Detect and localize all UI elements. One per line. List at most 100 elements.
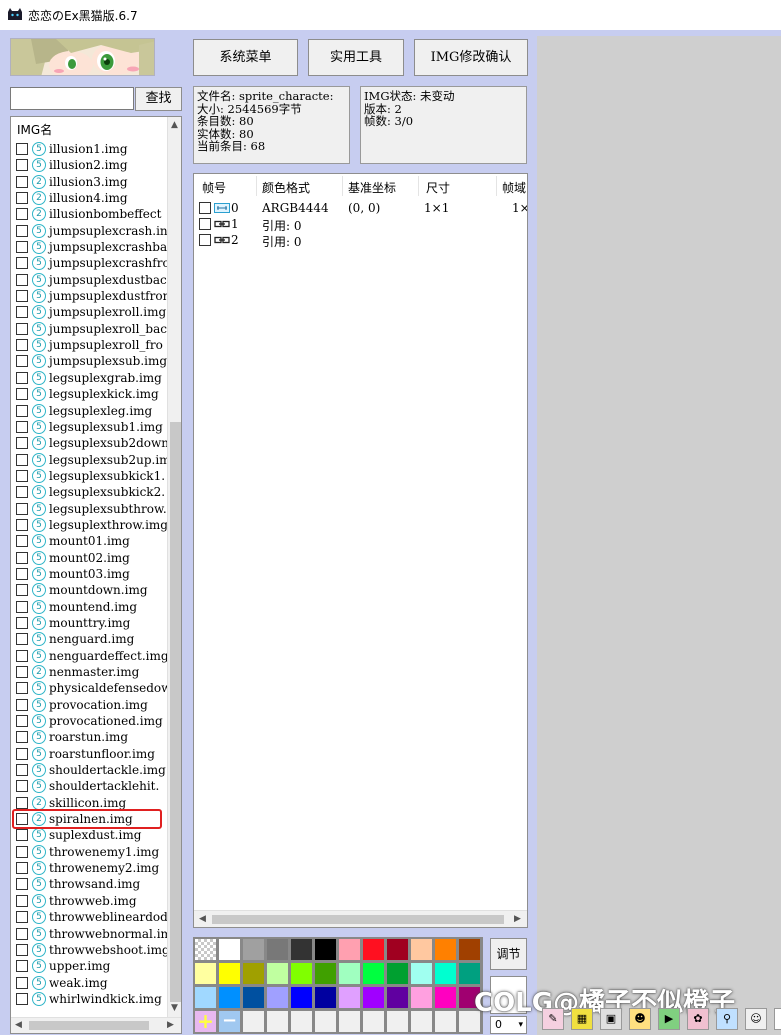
checkbox[interactable] — [16, 927, 28, 940]
list-item[interactable]: 5 jumpsuplexroll_fro — [15, 337, 167, 353]
checkbox[interactable] — [16, 747, 28, 760]
checkbox[interactable] — [16, 796, 28, 809]
list-item[interactable]: 5 provocationed.img — [15, 713, 167, 729]
list-item[interactable]: 5 illusion2.img — [15, 157, 167, 173]
column-header-frame-no[interactable]: 帧号 — [202, 179, 226, 196]
list-item[interactable]: 5 nenguardeffect.img — [15, 648, 167, 664]
checkbox[interactable] — [16, 649, 28, 662]
checkbox[interactable] — [16, 371, 28, 384]
checkbox[interactable] — [16, 731, 28, 744]
list-item[interactable]: 5 mountdown.img — [15, 582, 167, 598]
preview-canvas[interactable] — [537, 36, 781, 1035]
scroll-thumb[interactable] — [212, 915, 504, 924]
list-item[interactable]: 5 legsuplexsub2down. — [15, 435, 167, 451]
tools-button[interactable]: 实用工具 — [308, 39, 404, 76]
checkbox[interactable] — [16, 780, 28, 793]
frame-row[interactable]: 1 引用: 0 — [198, 216, 527, 233]
palette-edit-icon[interactable]: ✎ — [542, 1008, 564, 1030]
list-item[interactable]: 5 jumpsuplexroll.img — [15, 304, 167, 320]
checkbox[interactable] — [16, 764, 28, 777]
list-item[interactable]: 5 shouldertackle.img — [15, 762, 167, 778]
checkbox[interactable] — [16, 666, 28, 678]
checkbox[interactable] — [16, 192, 28, 205]
color-swatch[interactable] — [242, 986, 265, 1009]
empty-color-slot[interactable] — [266, 1010, 289, 1033]
list-item[interactable]: 2 illusion4.img — [15, 190, 167, 206]
scroll-right-icon[interactable]: ▶ — [514, 914, 521, 924]
color-swatch[interactable] — [362, 938, 385, 961]
color-palette[interactable]: + − — [193, 937, 483, 1034]
list-item[interactable]: 5 jumpsuplexroll_bac — [15, 321, 167, 337]
img-confirm-button[interactable]: IMG修改确认 — [414, 39, 528, 76]
empty-color-slot[interactable] — [362, 1010, 385, 1033]
list-item[interactable]: 5 illusion1.img — [15, 141, 167, 157]
list-item[interactable]: 5 jumpsuplexdustfron — [15, 288, 167, 304]
checkbox[interactable] — [16, 241, 28, 254]
list-item[interactable]: 5 mount01.img — [15, 533, 167, 549]
list-item[interactable]: 2 illusionbombeffect — [15, 206, 167, 222]
checkbox[interactable] — [16, 862, 28, 875]
color-swatch[interactable] — [362, 962, 385, 985]
checkbox[interactable] — [199, 218, 211, 230]
list-item[interactable]: 5 mounttry.img — [15, 615, 167, 631]
color-swatch[interactable] — [266, 938, 289, 961]
person-icon[interactable]: ☺ — [745, 1008, 767, 1030]
list-item[interactable]: 5 nenguard.img — [15, 631, 167, 647]
list-item[interactable]: 5 jumpsuplexcrashfro — [15, 255, 167, 271]
adjust-button[interactable]: 调节 — [490, 938, 527, 970]
checkbox[interactable] — [16, 502, 28, 515]
color-swatch[interactable] — [338, 938, 361, 961]
color-swatch[interactable] — [290, 938, 313, 961]
checkbox[interactable] — [16, 518, 28, 531]
color-swatch[interactable] — [338, 962, 361, 985]
color-swatch[interactable] — [434, 938, 457, 961]
checkbox[interactable] — [16, 845, 28, 858]
color-swatch[interactable] — [242, 938, 265, 961]
frame-row[interactable]: 2 引用: 0 — [198, 232, 527, 249]
checkbox[interactable] — [16, 175, 28, 188]
checkbox[interactable] — [16, 698, 28, 711]
color-swatch[interactable] — [290, 962, 313, 985]
img-list[interactable]: IMG名 5 illusion1.img 5 illusion2.img 2 illusi… — [10, 116, 182, 1034]
list-item[interactable]: 5 mount02.img — [15, 550, 167, 566]
frame-list-horizontal-scrollbar[interactable]: ◀ ▶ — [194, 910, 527, 927]
list-item[interactable]: 5 throwweblineardodg — [15, 909, 167, 925]
checkbox[interactable] — [16, 404, 28, 417]
checkbox[interactable] — [16, 388, 28, 401]
color-swatch[interactable] — [338, 986, 361, 1009]
list-item[interactable]: 5 mountend.img — [15, 599, 167, 615]
color-swatch[interactable] — [194, 938, 217, 961]
checkbox[interactable] — [16, 600, 28, 613]
list-item[interactable]: 5 jumpsuplexdustback — [15, 272, 167, 288]
cat-icon[interactable]: ☻ — [629, 1008, 651, 1030]
checkbox[interactable] — [16, 159, 28, 172]
checkbox[interactable] — [16, 339, 28, 352]
list-item[interactable]: 5 provocation.img — [15, 697, 167, 713]
color-swatch[interactable] — [386, 986, 409, 1009]
checkbox[interactable] — [16, 355, 28, 368]
frame-row[interactable]: 0 ARGB4444 (0, 0) 1×1 1×1 — [198, 200, 527, 216]
color-swatch[interactable] — [194, 962, 217, 985]
column-header-color-format[interactable]: 颜色格式 — [262, 179, 310, 196]
list-item[interactable]: 5 upper.img — [15, 958, 167, 974]
checkbox[interactable] — [16, 257, 28, 270]
empty-color-slot[interactable] — [434, 1010, 457, 1033]
search-button[interactable]: 查找 — [135, 87, 182, 111]
list-item[interactable]: 5 legsuplexleg.img — [15, 403, 167, 419]
list-item[interactable]: 5 legsuplexsub1.img — [15, 419, 167, 435]
list-item[interactable]: 5 throwwebshoot.img — [15, 942, 167, 958]
list-item[interactable]: 5 whirlwindkick.img — [15, 991, 167, 1007]
color-swatch[interactable] — [218, 938, 241, 961]
list-item[interactable]: 5 legsuplexkick.img — [15, 386, 167, 402]
checkbox[interactable] — [16, 616, 28, 629]
frame-list[interactable]: 帧号 颜色格式 基准坐标 尺寸 帧域 0 ARGB4444 (0, 0) 1×1… — [193, 173, 528, 928]
color-swatch[interactable] — [386, 962, 409, 985]
checkbox[interactable] — [16, 551, 28, 564]
checkbox[interactable] — [16, 208, 28, 221]
empty-color-slot[interactable] — [338, 1010, 361, 1033]
checkbox[interactable] — [16, 911, 28, 924]
empty-color-slot[interactable] — [386, 1010, 409, 1033]
search-input[interactable] — [10, 87, 134, 110]
list-item[interactable]: 5 jumpsuplexcrashbac — [15, 239, 167, 255]
list-item[interactable]: 5 jumpsuplexcrash.in — [15, 223, 167, 239]
